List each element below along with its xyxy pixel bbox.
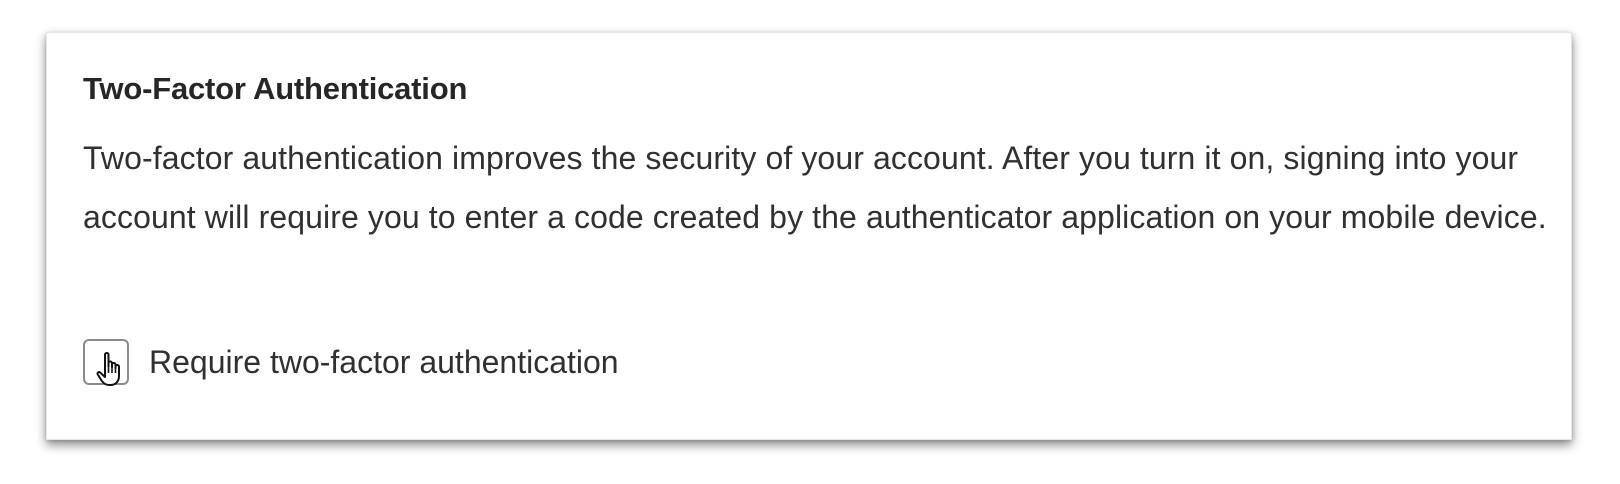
section-title: Two-Factor Authentication bbox=[83, 71, 468, 106]
two-factor-settings-card: Two-Factor Authentication Two-factor aut… bbox=[46, 32, 1572, 440]
pointer-hand-icon bbox=[96, 352, 120, 386]
section-description: Two-factor authentication improves the s… bbox=[83, 140, 1547, 235]
require-two-factor-checkbox[interactable] bbox=[83, 339, 129, 386]
require-two-factor-option: Require two-factor authentication bbox=[83, 339, 619, 386]
require-two-factor-label[interactable]: Require two-factor authentication bbox=[149, 339, 619, 385]
